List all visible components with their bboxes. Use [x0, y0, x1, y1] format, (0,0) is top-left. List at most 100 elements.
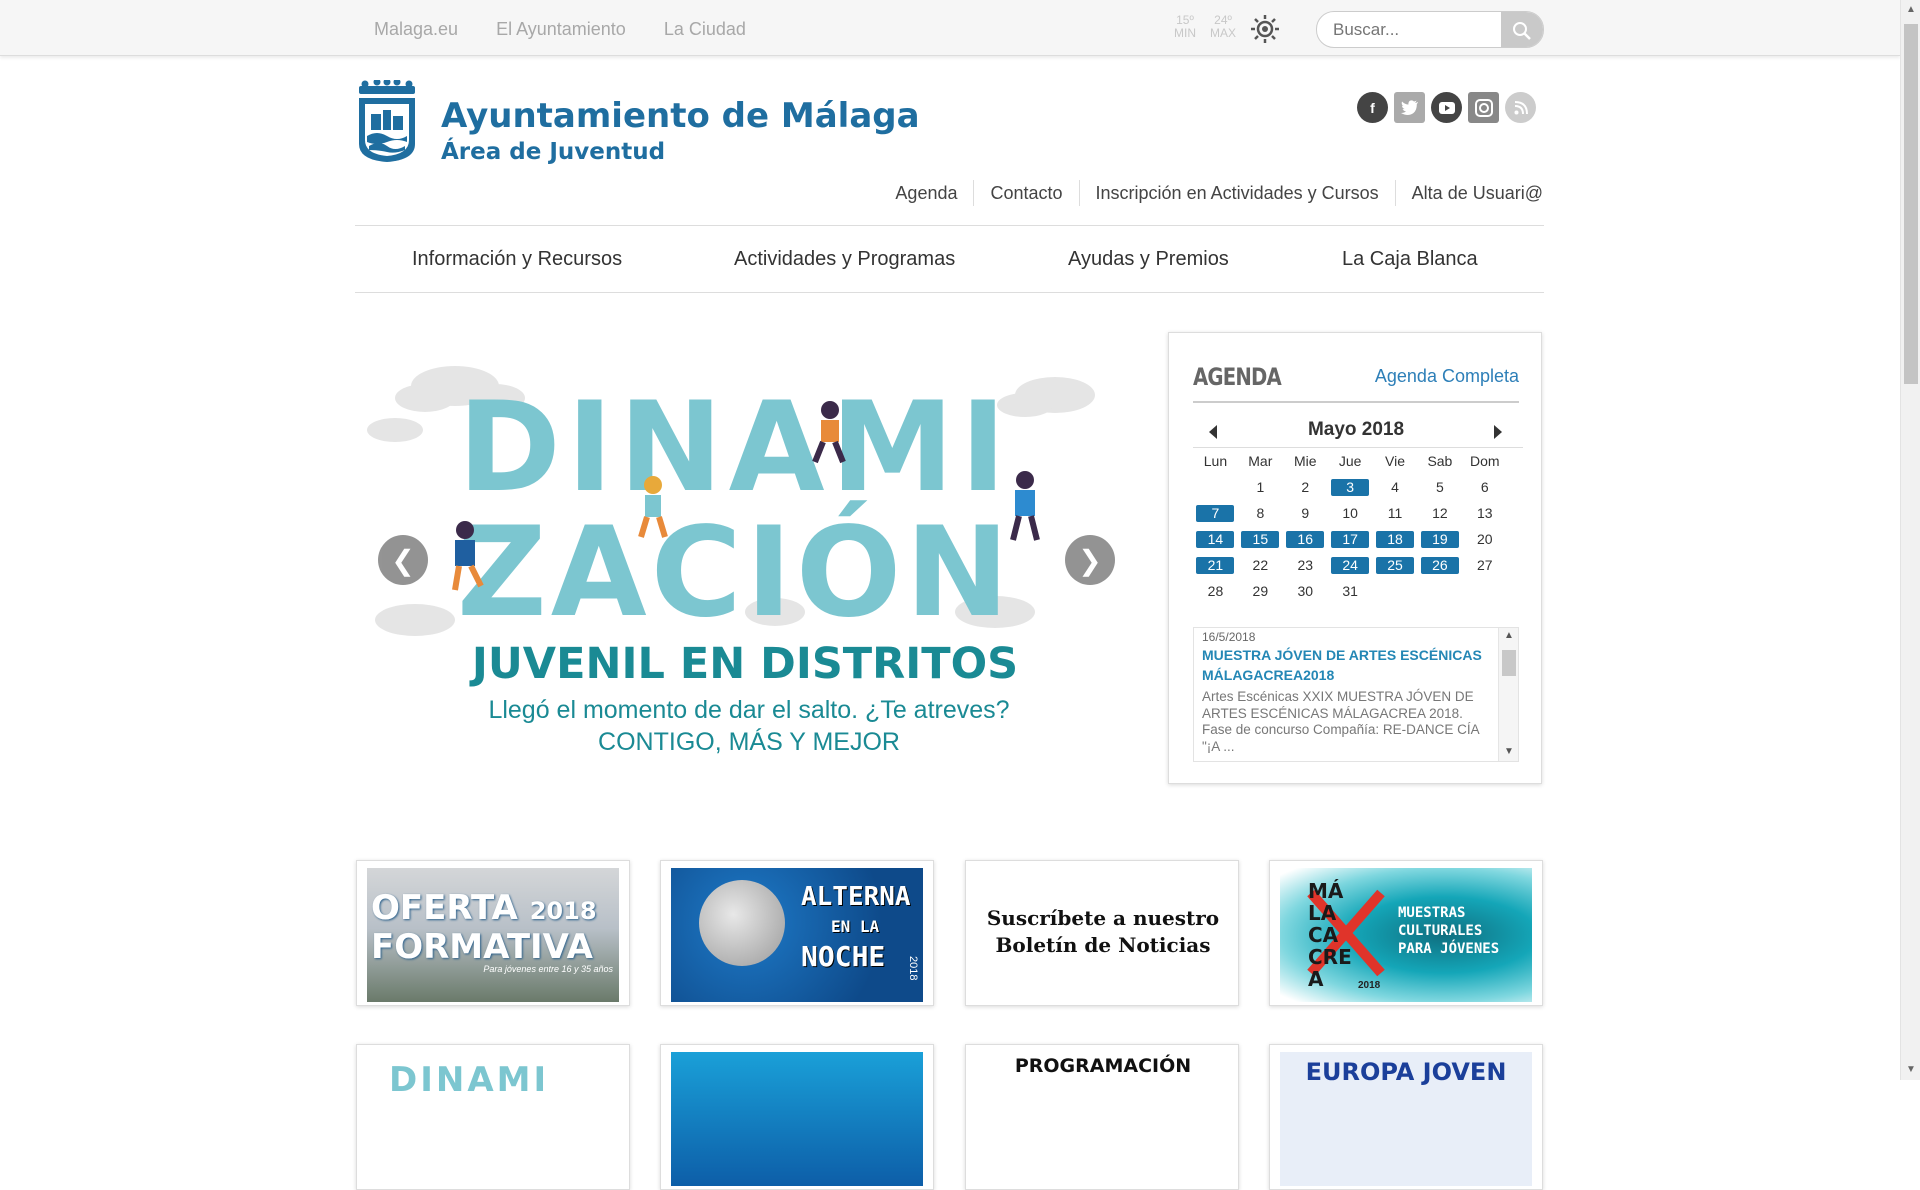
- util-link-contacto[interactable]: Contacto: [973, 180, 1078, 206]
- calendar-day[interactable]: 2: [1283, 479, 1328, 495]
- calendar-day[interactable]: 16: [1283, 530, 1328, 548]
- tile-alterna-noche[interactable]: ALTERNA EN LA NOCHE 2018: [660, 860, 934, 1006]
- calendar-next-icon[interactable]: [1494, 425, 1502, 439]
- calendar-day[interactable]: 20: [1462, 531, 1507, 547]
- calendar-day[interactable]: 6: [1462, 479, 1507, 495]
- event-scroll-down-icon[interactable]: ▼: [1504, 746, 1514, 757]
- util-link-inscripcion[interactable]: Inscripción en Actividades y Cursos: [1078, 180, 1395, 206]
- calendar-day[interactable]: 18: [1373, 530, 1418, 548]
- calendar-weekday: Vie: [1385, 453, 1405, 469]
- calendar-day[interactable]: 17: [1328, 530, 1373, 548]
- tile-europa-text: EUROPA JOVEN: [1305, 1058, 1507, 1086]
- calendar-day[interactable]: 23: [1283, 557, 1328, 573]
- calendar-day[interactable]: 26: [1417, 556, 1462, 574]
- calendar-day[interactable]: 24: [1328, 556, 1373, 574]
- calendar-day[interactable]: 8: [1238, 505, 1283, 521]
- calendar-day[interactable]: 30: [1283, 583, 1328, 599]
- nav-item-ayudas[interactable]: Ayudas y Premios: [1068, 248, 1229, 271]
- search-button[interactable]: [1501, 12, 1543, 47]
- calendar-event-day[interactable]: 21: [1196, 556, 1235, 574]
- calendar-day[interactable]: 21: [1193, 556, 1238, 574]
- tile-malagacrea-image: MÁ LA CA CRE A 2018 MUESTRAS CULTURALES …: [1280, 868, 1532, 1002]
- slider-next-button[interactable]: ❯: [1065, 535, 1115, 585]
- calendar-day[interactable]: 27: [1462, 557, 1507, 573]
- calendar-day[interactable]: 1: [1238, 479, 1283, 495]
- calendar-day[interactable]: 31: [1328, 583, 1373, 599]
- scroll-up-icon[interactable]: ▲: [1906, 4, 1916, 15]
- top-link-ciudad[interactable]: La Ciudad: [664, 19, 746, 40]
- util-link-agenda[interactable]: Agenda: [879, 180, 973, 206]
- util-link-alta[interactable]: Alta de Usuari@: [1394, 180, 1543, 206]
- calendar-day[interactable]: 29: [1238, 583, 1283, 599]
- calendar-event-day[interactable]: 17: [1331, 530, 1370, 548]
- tile-alterna-w1: ALTERNA: [801, 882, 911, 912]
- utility-nav: Agenda Contacto Inscripción en Actividad…: [879, 180, 1543, 206]
- calendar-event-day[interactable]: 7: [1196, 504, 1235, 522]
- tile-oferta-line2: FORMATIVA: [371, 927, 593, 967]
- twitter-icon[interactable]: [1394, 92, 1425, 123]
- calendar-day[interactable]: 19: [1417, 530, 1462, 548]
- slider-prev-button[interactable]: ❮: [378, 535, 428, 585]
- rss-icon[interactable]: [1505, 92, 1536, 123]
- top-link-ayuntamiento[interactable]: El Ayuntamiento: [496, 19, 626, 40]
- event-scrollbar[interactable]: ▲ ▼: [1498, 628, 1518, 761]
- page-scrollbar[interactable]: ▲ ▼: [1900, 0, 1920, 1080]
- nav-item-informacion[interactable]: Información y Recursos: [412, 248, 622, 271]
- calendar-day[interactable]: 11: [1373, 505, 1418, 521]
- calendar-event-day[interactable]: 24: [1331, 556, 1370, 574]
- event-scrollbar-thumb[interactable]: [1502, 650, 1516, 676]
- tile-programacion-text: PROGRAMACIÓN: [1014, 1055, 1192, 1077]
- slide-image[interactable]: DINAMI ZACIÓN JUVENIL EN DISTRITOS Llegó…: [355, 350, 1115, 770]
- calendar-weekday: Lun: [1203, 453, 1228, 469]
- city-crest-logo[interactable]: [355, 80, 419, 164]
- calendar-day[interactable]: 14: [1193, 530, 1238, 548]
- search-input[interactable]: [1333, 20, 1483, 40]
- calendar-event-day[interactable]: 19: [1420, 530, 1459, 548]
- youtube-icon[interactable]: [1431, 92, 1462, 123]
- calendar-event-day[interactable]: 26: [1420, 556, 1459, 574]
- calendar-day[interactable]: 3: [1328, 478, 1373, 496]
- calendar-day[interactable]: 7: [1193, 504, 1238, 522]
- calendar-day[interactable]: 9: [1283, 505, 1328, 521]
- agenda-full-link[interactable]: Agenda Completa: [1375, 366, 1519, 387]
- calendar-event-day[interactable]: 25: [1376, 556, 1414, 574]
- event-description: Artes Escénicas XXIX MUESTRA JÓVEN DE AR…: [1202, 689, 1479, 754]
- nav-item-caja-blanca[interactable]: La Caja Blanca: [1342, 248, 1478, 271]
- tile-malagacrea-l2: LA: [1308, 901, 1337, 925]
- facebook-icon[interactable]: f: [1357, 92, 1388, 123]
- tile-oferta-formativa[interactable]: OFERTA 2018 FORMATIVA Para jóvenes entre…: [356, 860, 630, 1006]
- calendar-day[interactable]: 5: [1417, 479, 1462, 495]
- event-scroll-up-icon[interactable]: ▲: [1504, 630, 1514, 641]
- nav-item-actividades[interactable]: Actividades y Programas: [734, 248, 955, 271]
- calendar-day[interactable]: 13: [1462, 505, 1507, 521]
- top-link-malaga[interactable]: Malaga.eu: [374, 19, 458, 40]
- tile-europa-joven[interactable]: EUROPA JOVEN: [1269, 1044, 1543, 1190]
- instagram-icon[interactable]: [1468, 92, 1499, 123]
- calendar-weekday: Mie: [1293, 453, 1317, 469]
- calendar-day[interactable]: 22: [1238, 557, 1283, 573]
- tile-blue-event[interactable]: [660, 1044, 934, 1190]
- calendar-day[interactable]: 12: [1417, 505, 1462, 521]
- site-subtitle[interactable]: Área de Juventud: [441, 139, 665, 165]
- tile-dinamizacion[interactable]: DINAMI: [356, 1044, 630, 1190]
- tile-malagacrea-l1: MÁ: [1308, 879, 1344, 903]
- tile-oferta-year: 2018: [529, 897, 597, 925]
- calendar-day[interactable]: 25: [1373, 556, 1418, 574]
- calendar-day[interactable]: 4: [1373, 479, 1418, 495]
- event-title[interactable]: MUESTRA JÓVEN DE ARTES ESCÉNICAS MÁLAGAC…: [1202, 645, 1492, 685]
- calendar-event-day[interactable]: 15: [1241, 530, 1280, 548]
- calendar-event-day[interactable]: 16: [1286, 530, 1325, 548]
- calendar-day[interactable]: 28: [1193, 583, 1238, 599]
- tile-boletin[interactable]: Suscríbete a nuestro Boletín de Noticias: [965, 860, 1239, 1006]
- calendar-event-day[interactable]: 3: [1331, 478, 1370, 496]
- tile-programacion[interactable]: PROGRAMACIÓN: [965, 1044, 1239, 1190]
- scrollbar-thumb[interactable]: [1904, 24, 1918, 384]
- calendar-event-day[interactable]: 18: [1376, 530, 1414, 548]
- calendar-day[interactable]: 10: [1328, 505, 1373, 521]
- scroll-down-icon[interactable]: ▼: [1906, 1064, 1916, 1075]
- calendar-day[interactable]: 15: [1238, 530, 1283, 548]
- calendar-event-day[interactable]: 14: [1196, 530, 1235, 548]
- tile-malagacrea[interactable]: MÁ LA CA CRE A 2018 MUESTRAS CULTURALES …: [1269, 860, 1543, 1006]
- site-title[interactable]: Ayuntamiento de Málaga: [441, 96, 920, 136]
- top-bar: Malaga.eu El Ayuntamiento La Ciudad 15º M…: [0, 0, 1900, 56]
